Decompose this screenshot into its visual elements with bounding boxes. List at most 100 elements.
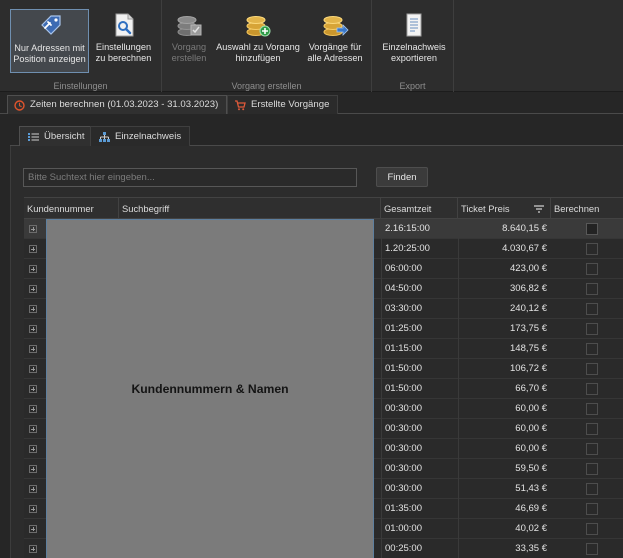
expand-row-icon[interactable]: [29, 345, 37, 353]
expand-row-icon[interactable]: [29, 505, 37, 513]
column-header-search-term[interactable]: Suchbegriff: [119, 198, 381, 219]
coins-arrow-icon: [323, 16, 349, 36]
ribbon-button-label: Nur Adressen mit Position anzeigen: [13, 43, 86, 64]
ticket-price-cell: 60,00 €: [458, 399, 551, 419]
total-time-cell: 00:30:00: [381, 419, 458, 439]
ticket-price-cell: 8.640,15 €: [458, 219, 551, 239]
column-header-customer-number[interactable]: Kundennummer: [24, 198, 119, 219]
calculate-checkbox[interactable]: [586, 283, 598, 295]
total-time-cell: 00:30:00: [381, 459, 458, 479]
tab-label: Übersicht: [44, 131, 85, 142]
tab-single-proof[interactable]: Einzelnachweis: [90, 126, 191, 146]
tab-created-orders[interactable]: Erstellte Vorgänge: [227, 95, 339, 114]
orders-for-all-addresses-button[interactable]: Vorgänge für alle Adressen: [304, 9, 366, 73]
tab-overview[interactable]: Übersicht: [19, 126, 94, 146]
calculation-settings-button[interactable]: Einstellungen zu berechnen: [91, 9, 156, 73]
view-tab-strip: Übersicht Einzelnachweis: [10, 124, 623, 146]
document-export-icon: [406, 13, 422, 37]
coins-add-icon: [246, 16, 271, 37]
ticket-price-cell: 4.030,67 €: [458, 239, 551, 259]
calculate-checkbox[interactable]: [586, 523, 598, 535]
ribbon-group-label: Vorgang erstellen: [231, 81, 302, 91]
ribbon-group-export: Einzelnachweis exportieren Export: [372, 0, 454, 92]
total-time-cell: 06:00:00: [381, 259, 458, 279]
ticket-price-cell: 148,75 €: [458, 339, 551, 359]
column-header-label: Ticket Preis: [461, 203, 510, 214]
document-tab-strip: Zeiten berechnen (01.03.2023 - 31.03.202…: [0, 92, 623, 114]
show-addresses-with-position-button[interactable]: Nur Adressen mit Position anzeigen: [10, 9, 89, 73]
redaction-label: Kundennummern & Namen: [131, 382, 289, 396]
expand-row-icon[interactable]: [29, 525, 37, 533]
column-header-calculate[interactable]: Berechnen: [551, 198, 623, 219]
calculate-checkbox[interactable]: [586, 403, 598, 415]
calculate-checkbox[interactable]: [586, 243, 598, 255]
tag-wrench-icon: [40, 15, 61, 35]
expand-row-icon[interactable]: [29, 445, 37, 453]
calculate-checkbox[interactable]: [586, 363, 598, 375]
expand-row-icon[interactable]: [29, 305, 37, 313]
calculate-checkbox[interactable]: [586, 303, 598, 315]
column-header-total-time[interactable]: Gesamtzeit: [381, 198, 458, 219]
calculate-checkbox[interactable]: [586, 383, 598, 395]
ticket-price-cell: 33,35 €: [458, 539, 551, 558]
ribbon-group-create-order: Vorgang erstellen Auswahl zu Vorgang hin…: [162, 0, 372, 92]
ribbon-button-label: Einstellungen zu berechnen: [95, 42, 152, 63]
calculate-checkbox[interactable]: [586, 343, 598, 355]
tab-calculate-times[interactable]: Zeiten berechnen (01.03.2023 - 31.03.202…: [7, 95, 228, 114]
ribbon-group-settings: Nur Adressen mit Position anzeigen Einst…: [0, 0, 162, 92]
total-time-cell: 01:50:00: [381, 359, 458, 379]
coins-check-icon: [177, 16, 202, 36]
expand-row-icon[interactable]: [29, 405, 37, 413]
find-button[interactable]: Finden: [376, 167, 428, 187]
grid-header: Kundennummer Suchbegriff Gesamtzeit Tick…: [24, 198, 623, 219]
column-header-ticket-price[interactable]: Ticket Preis: [458, 198, 551, 219]
ticket-price-cell: 306,82 €: [458, 279, 551, 299]
ribbon-button-label: Einzelnachweis exportieren: [382, 42, 446, 63]
expand-row-icon[interactable]: [29, 245, 37, 253]
expand-row-icon[interactable]: [29, 425, 37, 433]
export-single-proof-button[interactable]: Einzelnachweis exportieren: [378, 9, 450, 73]
create-order-button[interactable]: Vorgang erstellen: [166, 9, 212, 73]
calculate-checkbox[interactable]: [586, 483, 598, 495]
cart-icon: [235, 99, 246, 110]
ribbon-group-label: Einstellungen: [53, 81, 108, 91]
ticket-price-cell: 60,00 €: [458, 439, 551, 459]
ribbon-toolbar: Nur Adressen mit Position anzeigen Einst…: [0, 0, 623, 92]
expand-row-icon[interactable]: [29, 365, 37, 373]
calculate-checkbox[interactable]: [586, 323, 598, 335]
ticket-price-cell: 240,12 €: [458, 299, 551, 319]
calculate-checkbox[interactable]: [586, 463, 598, 475]
expand-row-icon[interactable]: [29, 385, 37, 393]
tab-label: Erstellte Vorgänge: [251, 99, 330, 110]
sort-descending-icon[interactable]: [534, 205, 544, 213]
total-time-cell: 01:25:00: [381, 319, 458, 339]
overview-panel: Finden Kundennummer Suchbegriff Gesamtze…: [10, 146, 623, 558]
ribbon-button-label: Vorgang erstellen: [171, 42, 207, 63]
ribbon-button-label: Vorgänge für alle Adressen: [307, 42, 363, 63]
add-selection-to-order-button[interactable]: Auswahl zu Vorgang hinzufügen: [213, 9, 303, 73]
expand-row-icon[interactable]: [29, 265, 37, 273]
total-time-cell: 01:00:00: [381, 519, 458, 539]
ticket-price-cell: 423,00 €: [458, 259, 551, 279]
customer-grid: Kundennummer Suchbegriff Gesamtzeit Tick…: [24, 197, 623, 558]
calculate-checkbox[interactable]: [586, 423, 598, 435]
expand-row-icon[interactable]: [29, 285, 37, 293]
expand-row-icon[interactable]: [29, 485, 37, 493]
expand-row-icon[interactable]: [29, 545, 37, 553]
calculate-checkbox[interactable]: [586, 263, 598, 275]
calculate-checkbox[interactable]: [586, 543, 598, 555]
ticket-price-cell: 60,00 €: [458, 419, 551, 439]
total-time-cell: 1.20:25:00: [381, 239, 458, 259]
expand-row-icon[interactable]: [29, 465, 37, 473]
ticket-price-cell: 173,75 €: [458, 319, 551, 339]
ticket-price-cell: 59,50 €: [458, 459, 551, 479]
expand-row-icon[interactable]: [29, 225, 37, 233]
calculate-checkbox[interactable]: [586, 503, 598, 515]
calculate-checkbox[interactable]: [586, 223, 598, 235]
expand-row-icon[interactable]: [29, 325, 37, 333]
calculate-checkbox[interactable]: [586, 443, 598, 455]
tab-label: Zeiten berechnen (01.03.2023 - 31.03.202…: [30, 99, 219, 110]
redacted-customer-area: Kundennummern & Namen: [46, 219, 374, 558]
search-input[interactable]: [23, 168, 357, 187]
list-icon: [28, 132, 39, 141]
